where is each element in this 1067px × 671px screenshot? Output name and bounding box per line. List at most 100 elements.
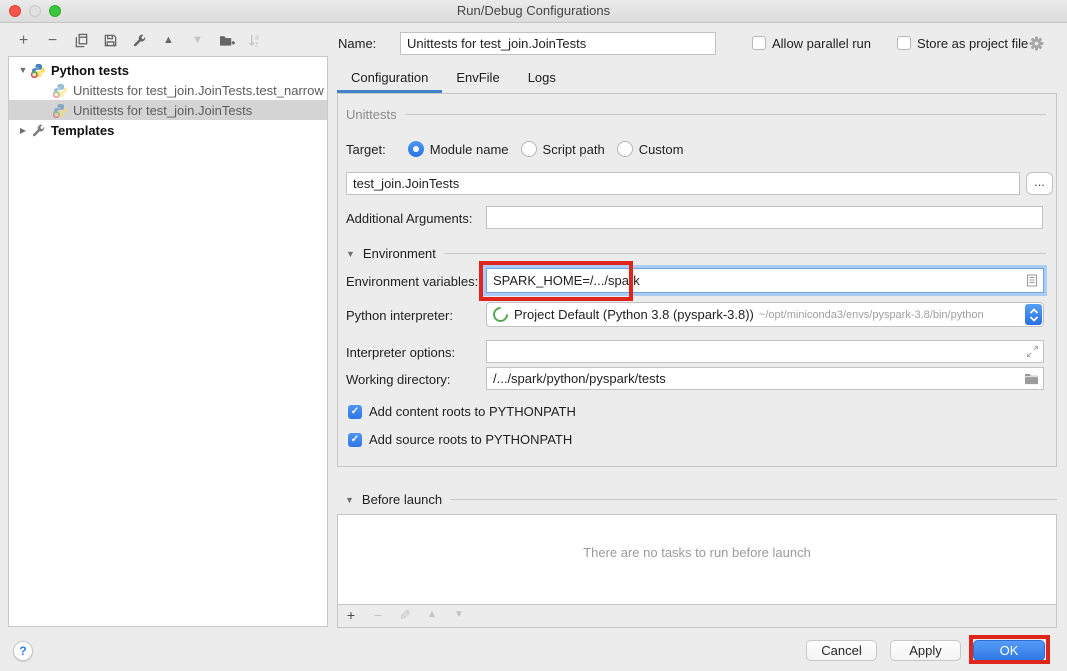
radio-icon [617, 141, 633, 157]
tree-item-templates[interactable]: ▶ Templates [9, 120, 327, 140]
expand-field-icon[interactable] [1026, 345, 1039, 358]
configuration-tabs: Configuration EnvFile Logs [337, 64, 570, 93]
move-up-icon[interactable]: ▲ [160, 32, 177, 49]
environment-variables-field[interactable] [486, 268, 1044, 293]
python-interpreter-select[interactable]: Project Default (Python 3.8 (pyspark-3.8… [486, 302, 1044, 327]
tree-item-label: Unittests for test_join.JoinTests [73, 103, 252, 118]
save-configuration-icon[interactable] [102, 32, 119, 49]
radio-label: Script path [543, 142, 605, 157]
group-label: Unittests [346, 107, 397, 122]
radio-selected-icon [408, 141, 424, 157]
apply-button[interactable]: Apply [890, 640, 961, 661]
radio-icon [521, 141, 537, 157]
checkbox-checked-icon: ✓ [348, 405, 362, 419]
working-directory-input[interactable] [487, 371, 1024, 386]
radio-label: Module name [430, 142, 509, 157]
name-input[interactable] [400, 32, 716, 55]
additional-arguments-input[interactable] [486, 206, 1043, 229]
radio-custom[interactable]: Custom [617, 141, 684, 157]
move-task-up-icon: ▲ [425, 608, 439, 622]
cancel-button[interactable]: Cancel [806, 640, 877, 661]
store-settings-gear-icon[interactable] [1029, 36, 1044, 51]
group-divider [444, 253, 1046, 254]
folder-icon[interactable] [1024, 372, 1039, 385]
checkbox-label: Allow parallel run [772, 36, 871, 51]
tree-item-python-tests[interactable]: ▼ Python tests [9, 60, 327, 80]
move-down-icon: ▼ [189, 32, 206, 49]
working-directory-label: Working directory: [346, 372, 451, 387]
help-button[interactable]: ? [13, 641, 33, 661]
remove-task-button: − [371, 608, 385, 622]
tab-configuration[interactable]: Configuration [337, 64, 442, 93]
python-test-icon [53, 103, 68, 118]
interpreter-value: Project Default (Python 3.8 (pyspark-3.8… [514, 307, 754, 322]
edit-task-icon: ✎ [398, 608, 412, 622]
chevron-collapsed-icon[interactable]: ▶ [17, 126, 29, 135]
tree-item-label: Python tests [51, 63, 129, 78]
new-folder-icon[interactable] [218, 32, 235, 49]
conda-env-icon [490, 304, 511, 325]
browse-button[interactable]: ... [1026, 172, 1053, 195]
python-test-icon [53, 83, 68, 98]
tab-logs[interactable]: Logs [514, 64, 570, 93]
group-divider [405, 114, 1046, 115]
chevron-expanded-icon[interactable]: ▼ [17, 65, 29, 75]
copy-configuration-icon[interactable] [73, 32, 90, 49]
group-label: Before launch [362, 492, 442, 507]
add-source-roots-checkbox[interactable]: ✓ Add source roots to PYTHONPATH [348, 432, 572, 447]
tree-item-unittests-jointests[interactable]: Unittests for test_join.JoinTests [9, 100, 327, 120]
edit-variables-icon[interactable] [1025, 273, 1039, 288]
checkbox-box [752, 36, 766, 50]
radio-label: Custom [639, 142, 684, 157]
move-task-down-icon: ▼ [452, 608, 466, 622]
sort-configurations-icon: a z [247, 32, 264, 49]
titlebar: Run/Debug Configurations [0, 0, 1067, 23]
configurations-toolbar: + − ▲ ▼ a z [15, 32, 264, 49]
target-input[interactable] [346, 172, 1020, 195]
chevron-expanded-icon[interactable]: ▼ [345, 495, 354, 505]
tab-envfile[interactable]: EnvFile [442, 64, 513, 93]
close-button[interactable] [9, 5, 21, 17]
edit-templates-icon[interactable] [131, 32, 148, 49]
target-row: Target: Module name Script path Custom [346, 141, 683, 157]
interpreter-options-input[interactable] [487, 344, 1026, 359]
window-title: Run/Debug Configurations [0, 0, 1067, 21]
environment-variables-label: Environment variables: [346, 274, 478, 289]
checkbox-label: Store as project file [917, 36, 1028, 51]
allow-parallel-run-checkbox[interactable]: Allow parallel run [752, 35, 871, 51]
add-content-roots-checkbox[interactable]: ✓ Add content roots to PYTHONPATH [348, 404, 576, 419]
checkbox-box [897, 36, 911, 50]
additional-arguments-label: Additional Arguments: [346, 211, 472, 226]
add-task-button[interactable]: + [344, 608, 358, 622]
add-configuration-button[interactable]: + [15, 32, 32, 49]
tree-item-unittests-test-narrow[interactable]: Unittests for test_join.JoinTests.test_n… [9, 80, 327, 100]
interpreter-path: ~/opt/miniconda3/envs/pyspark-3.8/bin/py… [759, 309, 1043, 321]
interpreter-options-label: Interpreter options: [346, 345, 455, 360]
templates-wrench-icon [31, 123, 46, 138]
empty-task-message: There are no tasks to run before launch [583, 545, 811, 604]
radio-script-path[interactable]: Script path [521, 141, 605, 157]
ok-button[interactable]: OK [973, 640, 1045, 661]
before-launch-task-list[interactable]: There are no tasks to run before launch [338, 515, 1056, 605]
remove-configuration-button[interactable]: − [44, 32, 61, 49]
checkbox-checked-icon: ✓ [348, 433, 362, 447]
name-label: Name: [338, 36, 376, 51]
zoom-button[interactable] [49, 5, 61, 17]
configurations-tree[interactable]: ▼ Python tests Unittests for test_join.J… [8, 56, 328, 627]
before-launch-group-header: ▼ Before launch [345, 492, 1057, 507]
interpreter-options-field[interactable] [486, 340, 1044, 363]
radio-module-name[interactable]: Module name [408, 141, 509, 157]
store-as-project-file-checkbox[interactable]: Store as project file [897, 35, 1028, 51]
checkbox-label: Add source roots to PYTHONPATH [369, 432, 572, 447]
svg-text:a: a [255, 35, 259, 42]
select-stepper-icon[interactable] [1025, 304, 1042, 325]
target-label: Target: [346, 142, 386, 157]
group-label: Environment [363, 246, 436, 261]
working-directory-field[interactable] [486, 367, 1044, 390]
python-tests-icon [31, 63, 46, 78]
python-interpreter-label: Python interpreter: [346, 308, 453, 323]
checkbox-label: Add content roots to PYTHONPATH [369, 404, 576, 419]
environment-variables-input[interactable] [487, 273, 1025, 288]
chevron-expanded-icon[interactable]: ▼ [346, 249, 355, 259]
before-launch-toolbar: + − ✎ ▲ ▼ [338, 605, 1056, 622]
